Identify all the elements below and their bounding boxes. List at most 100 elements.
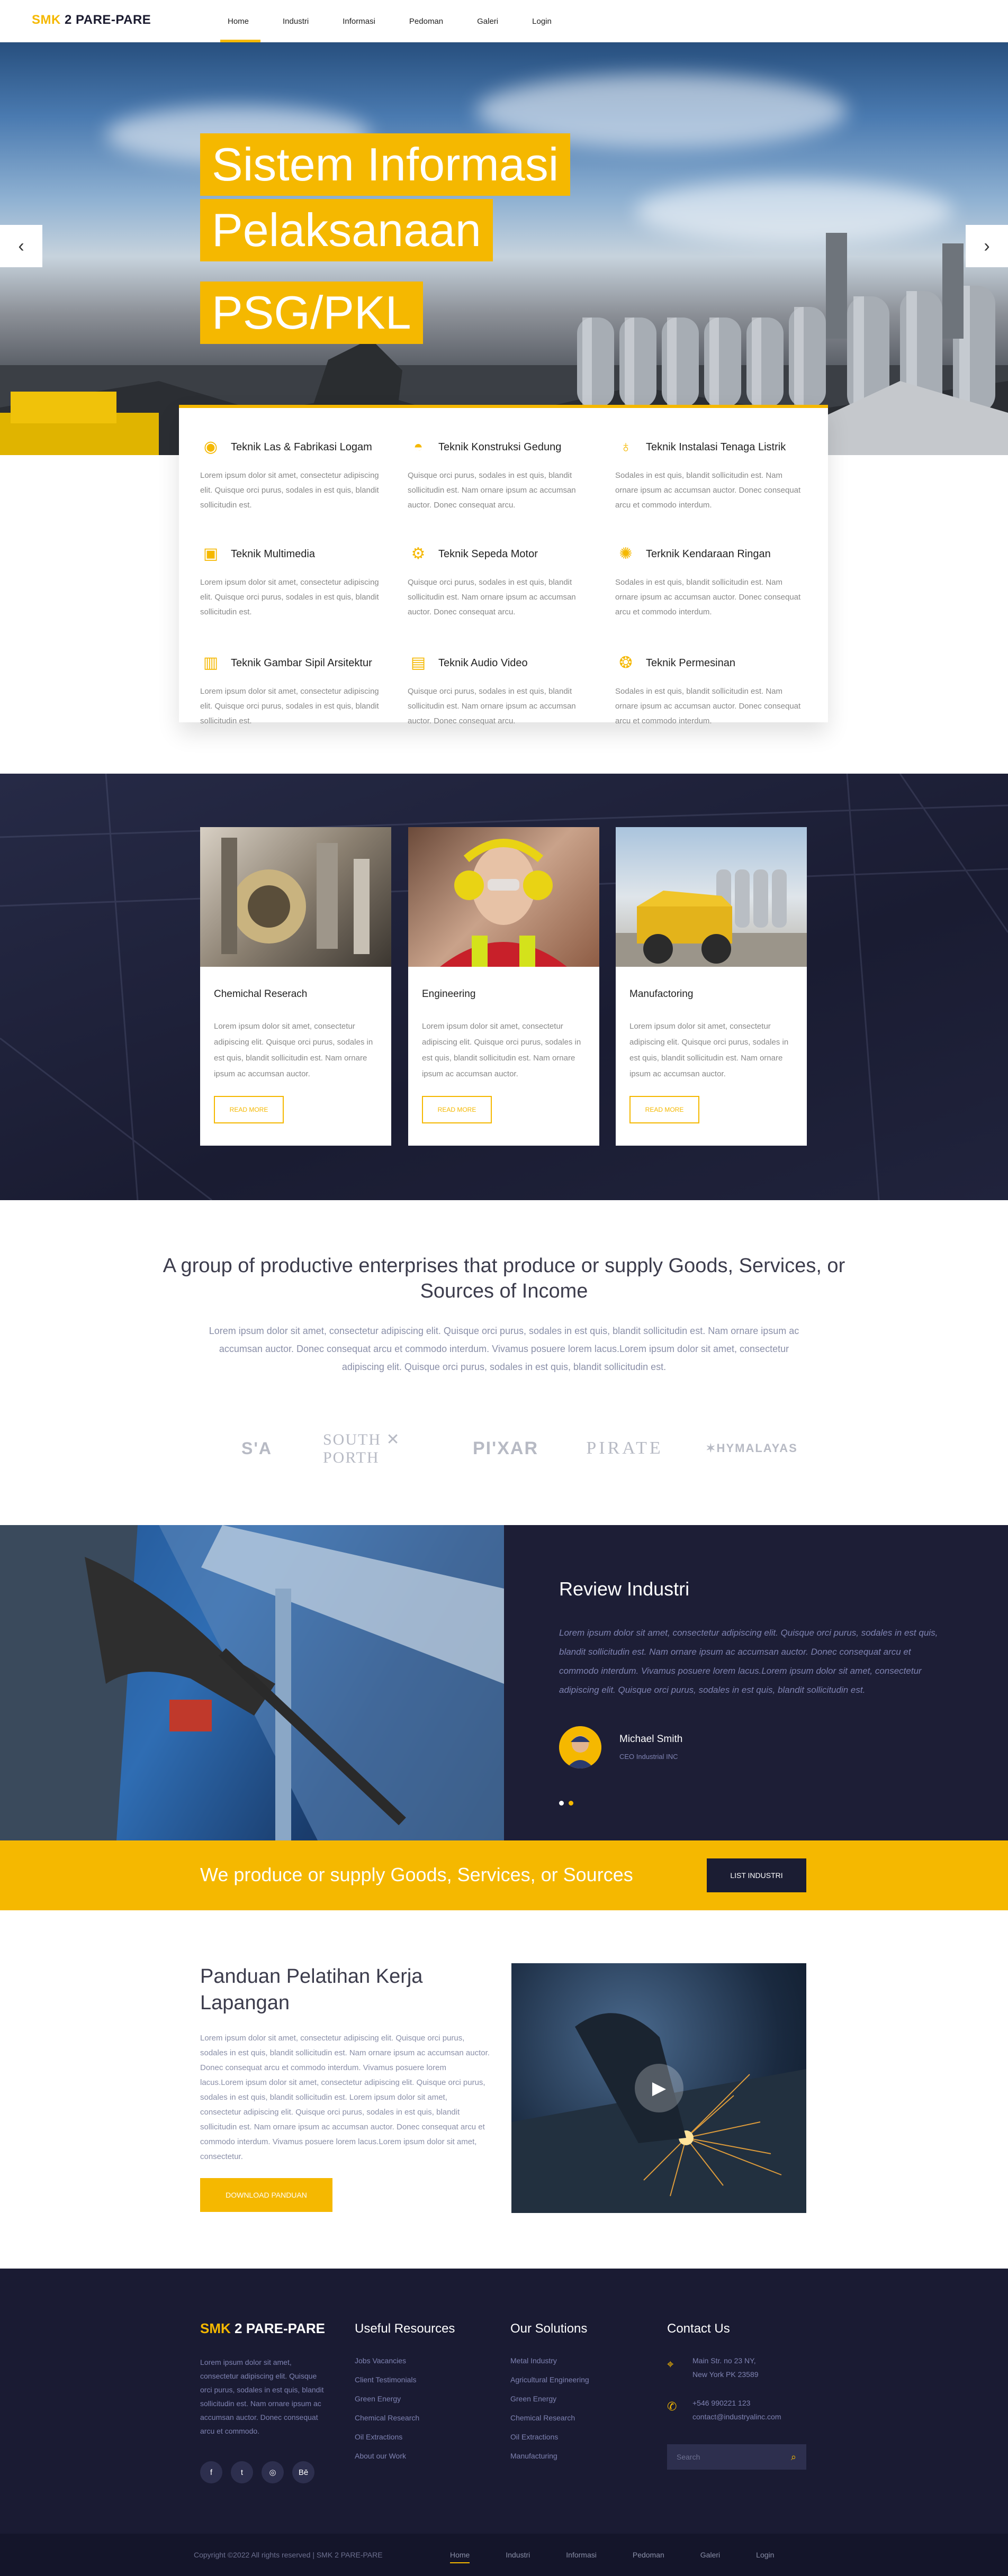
footer-logo[interactable]: SMK 2 PARE-PARE (200, 2320, 325, 2337)
footer-link[interactable]: Green Energy (510, 2394, 556, 2403)
industry-card: Engineering Lorem ipsum dolor sit amet, … (408, 827, 599, 1146)
service-text: Sodales in est quis, blandit sollicitudi… (615, 578, 801, 616)
service-item[interactable]: ❂ Teknik Permesinan Sodales in est quis, … (615, 654, 806, 729)
read-more-button[interactable]: READ MORE (214, 1096, 284, 1123)
read-more-button[interactable]: READ MORE (629, 1096, 699, 1123)
carousel-dot-active[interactable] (559, 1801, 564, 1806)
search-icon[interactable]: ⌕ (781, 2452, 806, 2463)
service-title: Teknik Gambar Sipil Arsitektur (231, 657, 372, 669)
service-item[interactable]: ◉ Teknik Las & Fabrikasi Logam Lorem ipsu… (200, 438, 391, 513)
service-text: Sodales in est quis, blandit sollicitudi… (615, 687, 801, 725)
services-panel: ◉ Teknik Las & Fabrikasi Logam Lorem ipsu… (179, 405, 828, 725)
review-section: Review Industri Lorem ipsum dolor sit am… (0, 1525, 1008, 1840)
carousel-dot[interactable] (569, 1801, 573, 1806)
footer-contact-title: Contact Us (667, 2321, 730, 2336)
copyright-text: Copyright ©2022 All rights reserved | SM… (194, 2551, 383, 2559)
service-text: Lorem ipsum dolor sit amet, consectetur … (200, 471, 379, 510)
industry-card: Manufactoring Lorem ipsum dolor sit amet… (616, 827, 807, 1146)
list-industri-button[interactable]: LIST INDUSTRI (707, 1858, 806, 1892)
logo-text: 2 PARE-PARE (60, 13, 151, 27)
bulb-icon: ♁ (619, 438, 632, 456)
footer-link[interactable]: Oil Extractions (355, 2433, 402, 2441)
footer-link[interactable]: Agricultural Engineering (510, 2375, 589, 2384)
gear-icon: ✺ (619, 545, 633, 563)
facebook-icon[interactable]: f (200, 2461, 222, 2483)
download-guide-button[interactable]: DOWNLOAD PANDUAN (200, 2178, 332, 2212)
service-item[interactable]: ✺ Terknik Kendaraan Ringan Sodales in est… (615, 545, 806, 620)
footer-nav-pedoman[interactable]: Pedoman (622, 2534, 675, 2576)
dribbble-icon[interactable]: ◎ (262, 2461, 284, 2483)
footer-link[interactable]: Manufacturing (510, 2452, 557, 2460)
footer-link[interactable]: About our Work (355, 2452, 406, 2460)
manufacturing-image (616, 827, 807, 967)
nav-industri[interactable]: Industri (275, 0, 335, 42)
brand-logo-pixar: PI'XAR (473, 1438, 538, 1458)
footer-link[interactable]: Jobs Vacancies (355, 2356, 406, 2365)
contact-phone[interactable]: +546 990221 123 (692, 2399, 750, 2407)
service-item[interactable]: ◓ Teknik Konstruksi Gedung Quisque orci p… (408, 438, 598, 513)
hero-title-line-1: Sistem Informasi (200, 133, 571, 196)
read-more-button[interactable]: READ MORE (422, 1096, 492, 1123)
service-title: Teknik Instalasi Tenaga Listrik (646, 441, 786, 453)
nav-galeri[interactable]: Galeri (470, 0, 525, 42)
service-item[interactable]: ▣ Teknik Multimedia Lorem ipsum dolor sit… (200, 545, 391, 620)
review-title: Review Industri (559, 1578, 690, 1600)
service-item[interactable]: ⚙ Teknik Sepeda Motor Quisque orci purus,… (408, 545, 598, 620)
service-title: Teknik Las & Fabrikasi Logam (231, 441, 372, 453)
hero-title-line-2: Pelaksanaan (200, 199, 493, 261)
play-icon[interactable]: ▶ (635, 2064, 683, 2112)
service-item[interactable]: ▤ Teknik Audio Video Quisque orci purus, … (408, 654, 598, 729)
service-text: Sodales in est quis, blandit sollicitudi… (615, 471, 801, 510)
industry-card-text: Lorem ipsum dolor sit amet, consectetur … (214, 1022, 373, 1078)
nav-informasi[interactable]: Informasi (335, 0, 402, 42)
service-title: Teknik Sepeda Motor (438, 548, 538, 560)
service-item[interactable]: ♁ Teknik Instalasi Tenaga Listrik Sodales… (615, 438, 806, 513)
service-text: Quisque orci purus, sodales in est quis,… (408, 471, 576, 510)
footer-link[interactable]: Chemical Research (510, 2414, 575, 2422)
footer-nav-home[interactable]: Home (439, 2534, 480, 2576)
footer-nav-login[interactable]: Login (745, 2534, 785, 2576)
hero-prev-button[interactable]: ‹ (0, 225, 42, 267)
footer-resources-title: Useful Resources (355, 2321, 455, 2336)
bottom-bar: Copyright ©2022 All rights reserved | SM… (0, 2534, 1008, 2576)
footer-about: Lorem ipsum dolor sit amet, consectetur … (200, 2358, 324, 2435)
service-title: Teknik Multimedia (231, 548, 315, 560)
footer-link[interactable]: Green Energy (355, 2394, 401, 2403)
service-title: Terknik Kendaraan Ringan (646, 548, 771, 560)
footer-link[interactable]: Oil Extractions (510, 2433, 558, 2441)
site-logo[interactable]: SMK 2 PARE-PARE (32, 13, 151, 28)
nav-login[interactable]: Login (525, 0, 578, 42)
industries-section: Chemichal Reserach Lorem ipsum dolor sit… (0, 774, 1008, 1200)
logo-accent: SMK (32, 13, 61, 27)
guide-video[interactable]: ▶ (511, 1963, 806, 2213)
worker-metal-image (0, 1525, 504, 1840)
footer-nav-galeri[interactable]: Galeri (690, 2534, 731, 2576)
service-text: Lorem ipsum dolor sit amet, consectetur … (200, 578, 379, 616)
footer-nav-informasi[interactable]: Informasi (555, 2534, 607, 2576)
hero-slider: Sistem Informasi Pelaksanaan PSG/PKL ‹ › (0, 42, 1008, 455)
footer-link[interactable]: Metal Industry (510, 2356, 557, 2365)
footer-link[interactable]: Chemical Research (355, 2414, 419, 2422)
behance-icon[interactable]: Bē (292, 2461, 314, 2483)
footer-nav-industri[interactable]: Industri (495, 2534, 541, 2576)
about-text: Lorem ipsum dolor sit amet, consectetur … (209, 1326, 799, 1372)
about-title: A group of productive enterprises that p… (163, 1255, 845, 1302)
service-title: Teknik Konstruksi Gedung (438, 441, 562, 453)
industry-card-text: Lorem ipsum dolor sit amet, consectetur … (629, 1022, 789, 1078)
hero-next-button[interactable]: › (966, 225, 1008, 267)
guide-title: Panduan Pelatihan Kerja Lapangan (200, 1965, 423, 2014)
hero-industrial-image (0, 233, 1008, 455)
twitter-icon[interactable]: t (231, 2461, 253, 2483)
search-input[interactable] (667, 2453, 781, 2461)
nav-pedoman[interactable]: Pedoman (402, 0, 470, 42)
service-item[interactable]: ▥ Teknik Gambar Sipil Arsitektur Lorem ip… (200, 654, 391, 729)
footer-link[interactable]: Client Testimonials (355, 2375, 416, 2384)
industry-card-text: Lorem ipsum dolor sit amet, consectetur … (422, 1022, 581, 1078)
hero-title-line-3: PSG/PKL (200, 282, 423, 344)
nav-home[interactable]: Home (220, 0, 275, 42)
chemical-research-image (200, 827, 391, 967)
service-text: Quisque orci purus, sodales in est quis,… (408, 687, 576, 725)
contact-email[interactable]: contact@industryalinc.com (692, 2412, 781, 2421)
helmet-icon: ◓ (413, 438, 424, 456)
main-nav: Home Industri Informasi Pedoman Galeri L… (220, 0, 578, 42)
